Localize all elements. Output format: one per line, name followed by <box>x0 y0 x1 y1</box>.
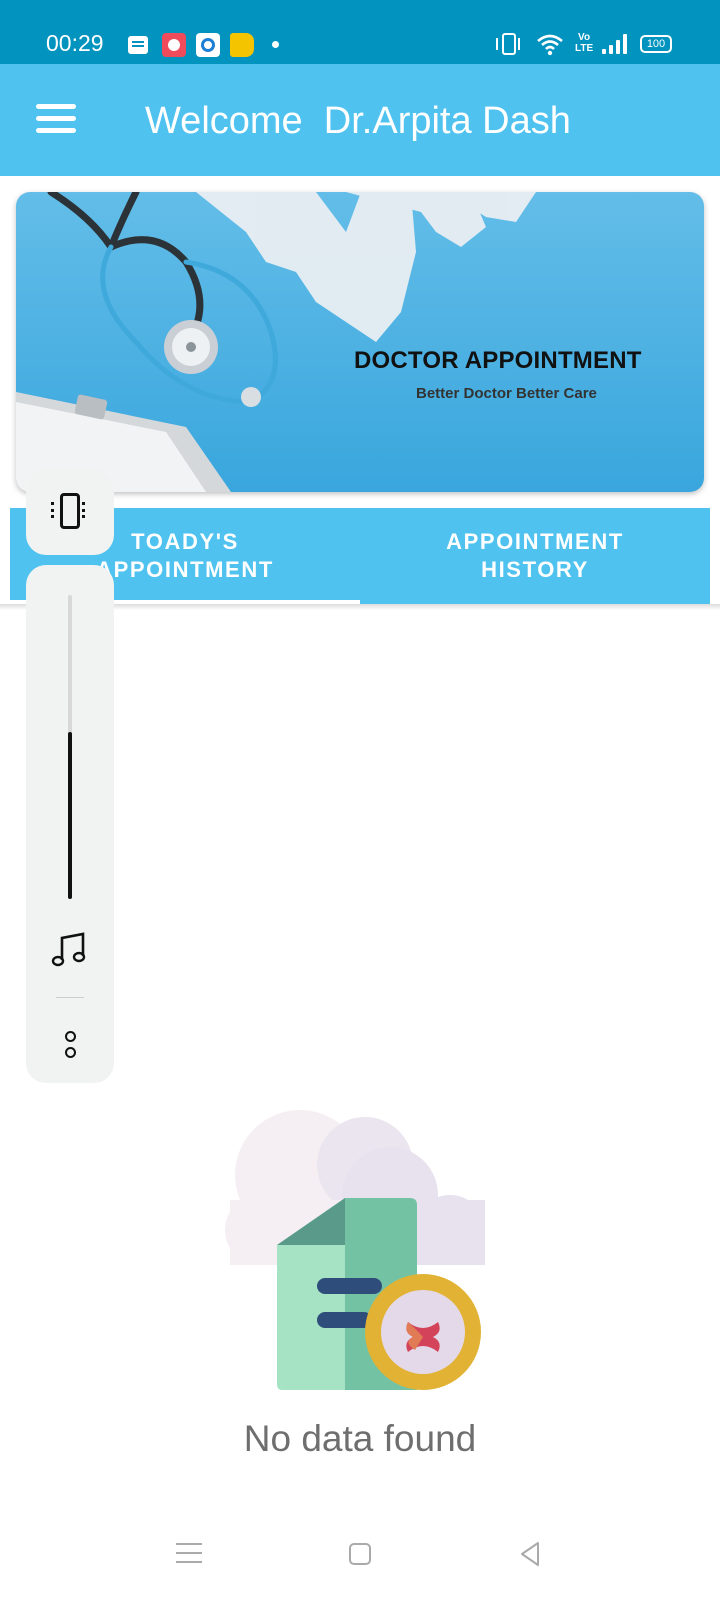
music-note-icon[interactable] <box>50 930 90 970</box>
system-nav-bar <box>0 1510 720 1600</box>
volume-slider[interactable] <box>68 595 72 899</box>
volume-slider-fill <box>68 731 72 899</box>
recent-apps-icon[interactable] <box>176 1542 202 1564</box>
volume-panel <box>26 565 114 1083</box>
no-document-cloud-icon <box>225 1110 485 1390</box>
vibrate-mode-icon <box>496 33 520 55</box>
yellow-tag-notification-icon <box>230 33 254 57</box>
tab-label: APPOINTMENT HISTORY <box>446 529 624 582</box>
volume-divider <box>56 997 84 998</box>
banner-title: DOCTOR APPOINTMENT <box>354 347 642 374</box>
banner-subtitle: Better Doctor Better Care <box>416 385 597 402</box>
empty-state-message: No data found <box>243 1418 477 1459</box>
ringer-mode-button[interactable] <box>26 469 114 555</box>
red-app-notification-icon <box>162 33 186 57</box>
tab-label: TOADY'S APPOINTMENT <box>96 529 274 582</box>
status-time: 00:29 <box>46 30 104 56</box>
back-icon[interactable] <box>516 1540 544 1568</box>
hamburger-menu-icon[interactable] <box>30 100 78 140</box>
page-title: Welcome Dr.Arpita Dash <box>145 100 571 142</box>
appointment-tabs: TOADY'S APPOINTMENT APPOINTMENT HISTORY <box>10 508 710 604</box>
signal-icon <box>602 34 628 54</box>
battery-icon: 100 <box>640 35 672 53</box>
more-options-icon[interactable] <box>62 1031 78 1061</box>
tab-appointment-history[interactable]: APPOINTMENT HISTORY <box>360 508 710 604</box>
doctor-appointment-banner: DOCTOR APPOINTMENT Better Doctor Better … <box>16 192 704 492</box>
more-notifications-dot-icon <box>272 41 279 48</box>
app-bar: Welcome Dr.Arpita Dash <box>0 64 720 176</box>
wifi-icon <box>537 34 563 56</box>
banner-illustration <box>16 192 536 492</box>
volte-icon: Vo LTE <box>575 32 594 54</box>
message-notification-icon <box>128 36 148 54</box>
status-bar: 00:29 Vo LTE 100 <box>0 0 720 64</box>
blue-app-notification-icon <box>196 33 220 57</box>
vibrate-icon <box>51 493 85 529</box>
home-icon[interactable] <box>349 1543 371 1565</box>
